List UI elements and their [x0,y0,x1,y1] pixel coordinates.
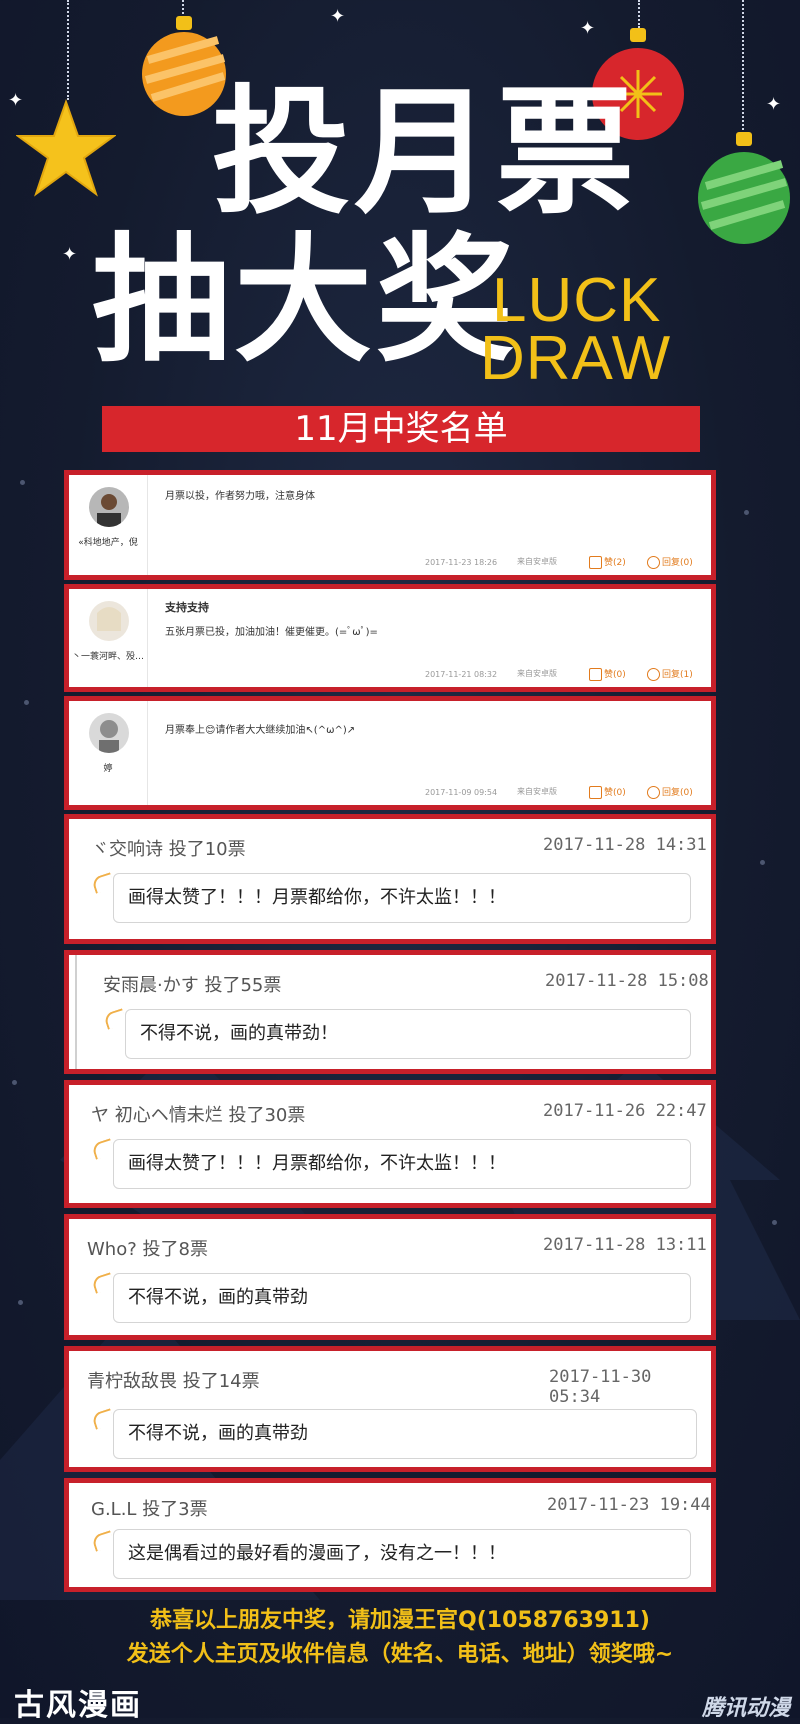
thumbs-up-icon [589,556,602,569]
source-label: 来自安卓版 [517,669,557,678]
sparkle-icon: ✦ [580,18,596,39]
like-button[interactable]: 赞(0) [589,667,626,681]
reply-button[interactable]: 回复(0) [647,555,693,569]
source-label: 来自安卓版 [517,787,557,796]
timestamp: 2017-11-23 19:44 [547,1495,711,1515]
avatar[interactable] [89,487,129,527]
footer-line-1: 恭喜以上朋友中奖，请加漫王官Q(1058763911) [150,1608,650,1633]
dot [18,1300,23,1305]
timestamp: 2017-11-28 14:31 [543,835,707,855]
vote-card: 安雨晨·かす 投了55票 2017-11-28 15:08 不得不说，画的真带劲… [64,950,716,1074]
reply-button[interactable]: 回复(1) [647,667,693,681]
voter-name: Who? 投了8票 [87,1239,208,1260]
reply-button[interactable]: 回复(0) [647,785,693,799]
voter-name: ヤ 初心ヘ情未烂 投了30票 [91,1105,306,1126]
like-button[interactable]: 赞(2) [589,555,626,569]
avatar[interactable] [89,713,129,753]
bubble-tail [91,872,115,894]
comment-bubble: 画得太赞了！！！月票都给你，不许太监！！！ [113,1139,691,1189]
timestamp: 2017-11-28 15:08 [545,971,709,991]
timestamp: 2017-11-30 05:34 [549,1367,652,1407]
sparkle-icon: ✦ [330,6,346,27]
title-line-1: 投月票 [212,72,639,233]
voter-name: ヾ交响诗 投了10票 [91,839,246,860]
comment-bubble: 不得不说，画的真带劲！ [125,1009,691,1059]
footer-line-2: 发送个人主页及收件信息（姓名、电话、地址）领奖哦~ [126,1642,674,1667]
chat-bubble-icon [647,556,660,569]
comment-text: 月票奉上😊请作者大大继续加油↖(^ω^)↗ [165,725,356,736]
bubble-tail [91,1530,115,1552]
title-line-2: 抽大奖 [92,220,519,381]
divider [75,955,77,1069]
username[interactable]: 婷 [69,761,147,774]
comment-card: 丶一蓑河畔、殁… 支持支持 五张月票已投，加油加油！催更催更。(=ﾟωﾟ)= 2… [64,584,716,692]
chat-bubble-icon [647,668,660,681]
vote-card: G.L.L 投了3票 2017-11-23 19:44 这是偶看过的最好看的漫画… [64,1478,716,1592]
vote-card: Who? 投了8票 2017-11-28 13:11 不得不说，画的真带劲 [64,1214,716,1340]
voter-name: 安雨晨·かす 投了55票 [103,975,282,996]
logo-tencent: 腾讯动漫 [701,1696,790,1721]
timestamp: 2017-11-23 18:26 [425,558,498,567]
sparkle-icon: ✦ [8,90,24,111]
dot [744,510,749,515]
timestamp: 2017-11-21 08:32 [425,670,498,679]
bubble-tail [91,1272,115,1294]
voter-name: 青柠敌敌畏 投了14票 [87,1371,260,1392]
source-label: 来自安卓版 [517,557,557,566]
dot [12,1080,17,1085]
luck-text: LUCK [492,266,662,335]
reply-count: 回复(0) [662,558,693,568]
star-icon [16,98,116,197]
ornament-string [742,0,746,130]
comment-bubble: 这是偶看过的最好看的漫画了，没有之一！！！ [113,1529,691,1579]
sparkle-icon: ✦ [62,244,78,265]
thumbs-up-icon [589,668,602,681]
like-count: 赞(0) [604,788,626,798]
comment-text: 五张月票已投，加油加油！催更催更。(=ﾟωﾟ)= [165,627,378,638]
dot [24,700,29,705]
avatar[interactable] [89,601,129,641]
avatar-column: 丶一蓑河畔、殁… [69,589,148,687]
comment-title: 支持支持 [165,601,209,614]
reply-count: 回复(1) [662,670,693,680]
like-button[interactable]: 赞(0) [589,785,626,799]
username[interactable]: «科地地产，倪 [69,535,147,548]
like-count: 赞(2) [604,558,626,568]
draw-text: DRAW [480,324,672,393]
chat-bubble-icon [647,786,660,799]
timestamp: 2017-11-09 09:54 [425,788,498,797]
reply-count: 回复(0) [662,788,693,798]
like-count: 赞(0) [604,670,626,680]
vote-card: ヤ 初心ヘ情未烂 投了30票 2017-11-26 22:47 画得太赞了！！！… [64,1080,716,1208]
avatar-column: «科地地产，倪 [69,475,148,575]
vote-card: ヾ交响诗 投了10票 2017-11-28 14:31 画得太赞了！！！月票都给… [64,814,716,944]
comment-bubble: 不得不说，画的真带劲 [113,1273,691,1323]
comment-card: «科地地产，倪 月票以投，作者努力哦，注意身体 2017-11-23 18:26… [64,470,716,580]
ornament-string [67,0,71,100]
logo-gufeng: 古风漫画 [14,1688,142,1723]
comment-bubble: 不得不说，画的真带劲 [113,1409,697,1459]
comment-bubble: 画得太赞了！！！月票都给你，不许太监！！！ [113,873,691,923]
dot [772,1220,777,1225]
comment-card: 婷 月票奉上😊请作者大大继续加油↖(^ω^)↗ 2017-11-09 09:54… [64,696,716,810]
sparkle-icon: ✦ [766,94,782,115]
username[interactable]: 丶一蓑河畔、殁… [69,649,147,662]
green-ornament-icon [698,132,790,244]
bubble-tail [103,1008,127,1030]
voter-name: G.L.L 投了3票 [91,1499,208,1520]
bubble-tail [91,1408,115,1430]
comment-text: 月票以投，作者努力哦，注意身体 [165,491,315,502]
bubble-tail [91,1138,115,1160]
vote-card: 青柠敌敌畏 投了14票 2017-11-30 05:34 不得不说，画的真带劲 [64,1346,716,1472]
dot [760,860,765,865]
thumbs-up-icon [589,786,602,799]
timestamp: 2017-11-28 13:11 [543,1235,707,1255]
winners-banner: 11月中奖名单 [102,406,700,452]
avatar-column: 婷 [69,701,148,805]
dot [20,480,25,485]
timestamp: 2017-11-26 22:47 [543,1101,707,1121]
